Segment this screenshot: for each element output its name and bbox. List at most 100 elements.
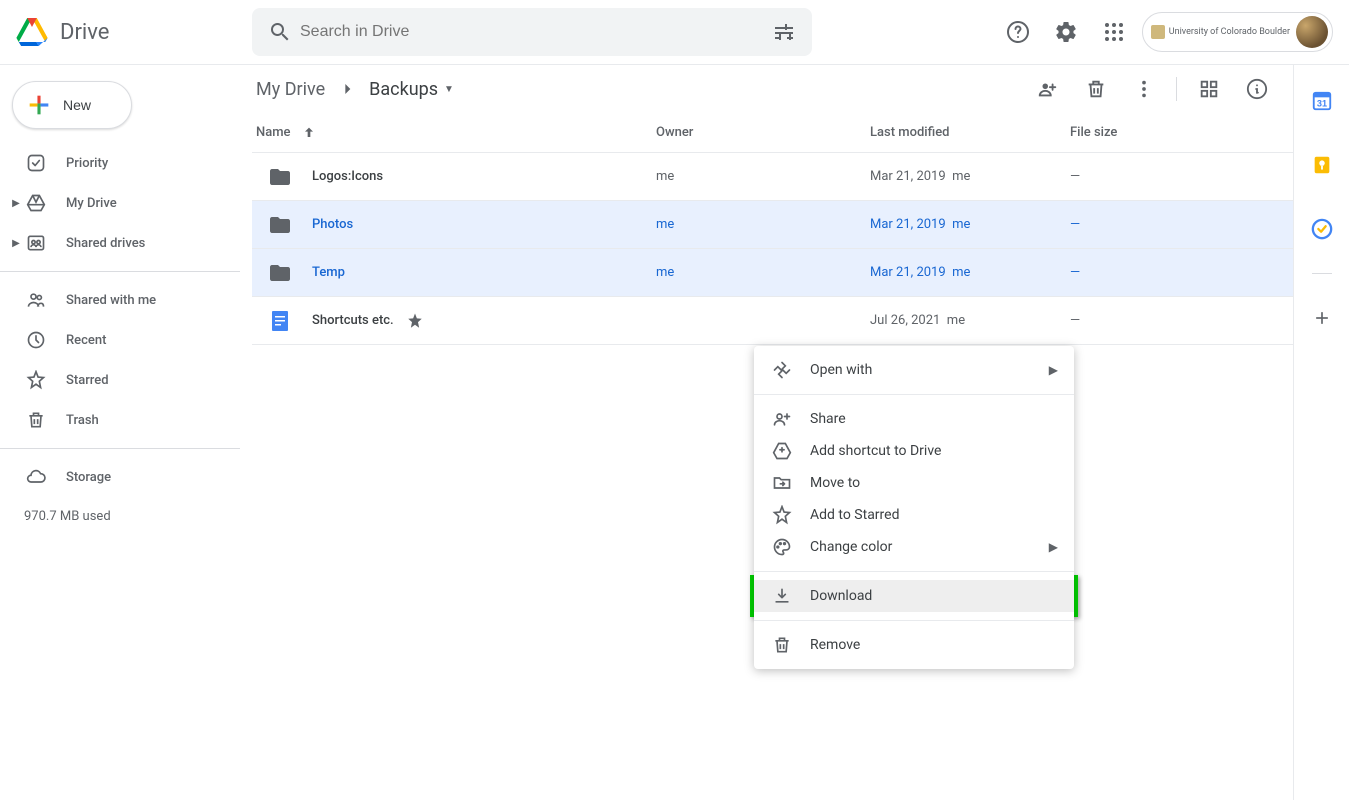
ctx-add-shortcut[interactable]: Add shortcut to Drive (754, 435, 1074, 467)
table-header: Name Owner Last modified File size (252, 113, 1293, 153)
row-modified: Jul 26, 2021 me (870, 313, 1070, 328)
row-size: — (1070, 169, 1253, 184)
column-name[interactable]: Name (252, 125, 656, 141)
body: New Priority ▶My Drive ▶Shared drives Sh… (0, 64, 1349, 800)
column-size[interactable]: File size (1070, 125, 1253, 140)
new-button[interactable]: New (12, 81, 132, 129)
starred-icon (24, 368, 48, 392)
ctx-change-color[interactable]: Change color▶ (754, 531, 1074, 563)
row-size: — (1070, 265, 1253, 280)
remove-icon (770, 633, 794, 657)
row-size: — (1070, 217, 1253, 232)
download-icon (770, 584, 794, 608)
app-title[interactable]: Drive (60, 20, 109, 45)
row-modified: Mar 21, 2019 me (870, 169, 1070, 184)
file-list: Logos:IconsmeMar 21, 2019 me—PhotosmeMar… (252, 153, 1293, 345)
breadcrumb-row: My Drive Backups▼ (252, 65, 1293, 113)
nav-recent[interactable]: Recent (0, 320, 240, 360)
search-bar[interactable] (252, 8, 812, 56)
shortcut-icon (770, 439, 794, 463)
nav-mydrive[interactable]: ▶My Drive (0, 183, 240, 223)
breadcrumb-actions (1028, 69, 1277, 109)
svg-text:31: 31 (1316, 99, 1326, 109)
recent-icon (24, 328, 48, 352)
palette-icon (770, 535, 794, 559)
trash-icon (24, 408, 48, 432)
account-chip[interactable]: University of Colorado Boulder (1142, 12, 1333, 52)
storage-used: 970.7 MB used (0, 509, 240, 524)
breadcrumb-current[interactable]: Backups▼ (365, 77, 458, 102)
row-size: — (1070, 313, 1253, 328)
row-name: Temp (252, 261, 656, 285)
table-row[interactable]: PhotosmeMar 21, 2019 me— (252, 201, 1293, 249)
table-row[interactable]: TempmeMar 21, 2019 me— (252, 249, 1293, 297)
add-app-icon[interactable] (1302, 298, 1342, 338)
row-owner: me (656, 265, 870, 280)
sort-arrow-up-icon (301, 125, 317, 141)
breadcrumb-root[interactable]: My Drive (252, 77, 329, 102)
search-icon[interactable] (260, 12, 300, 52)
mydrive-icon (24, 191, 48, 215)
details-button[interactable] (1237, 69, 1277, 109)
row-modified: Mar 21, 2019 me (870, 265, 1070, 280)
side-panel: 31 (1293, 65, 1349, 800)
table-row[interactable]: Shortcuts etc. Jul 26, 2021 me— (252, 297, 1293, 345)
avatar[interactable] (1296, 16, 1328, 48)
header-actions: University of Colorado Boulder (998, 12, 1341, 52)
nav-shared-drives[interactable]: ▶Shared drives (0, 223, 240, 263)
row-owner: me (656, 169, 870, 184)
tasks-app-icon[interactable] (1302, 209, 1342, 249)
ctx-download[interactable]: Download (754, 580, 1074, 612)
search-input[interactable] (300, 23, 764, 41)
keep-app-icon[interactable] (1302, 145, 1342, 185)
row-name: Shortcuts etc. (252, 309, 656, 333)
logo-box: Drive (12, 12, 252, 52)
nav-priority[interactable]: Priority (0, 143, 240, 183)
ctx-share[interactable]: Share (754, 403, 1074, 435)
more-actions-button[interactable] (1124, 69, 1164, 109)
breadcrumb: My Drive Backups▼ (252, 77, 458, 102)
content: My Drive Backups▼ Name Owner Last modifi… (240, 65, 1293, 800)
nav-shared-with-me[interactable]: Shared with me (0, 280, 240, 320)
apps-grid-icon[interactable] (1094, 12, 1134, 52)
ctx-add-starred[interactable]: Add to Starred (754, 499, 1074, 531)
storage-icon (24, 465, 48, 489)
layout-grid-button[interactable] (1189, 69, 1229, 109)
submenu-arrow-icon: ▶ (1049, 363, 1058, 377)
share-button[interactable] (1028, 69, 1068, 109)
account-org: University of Colorado Boulder (1151, 25, 1290, 39)
row-name: Photos (252, 213, 656, 237)
chevron-right-icon[interactable]: ▶ (10, 198, 22, 209)
star-icon (770, 503, 794, 527)
ctx-move-to[interactable]: Move to (754, 467, 1074, 499)
nav-storage[interactable]: Storage (0, 457, 240, 497)
new-button-label: New (63, 97, 91, 113)
table-row[interactable]: Logos:IconsmeMar 21, 2019 me— (252, 153, 1293, 201)
open-with-icon (770, 358, 794, 382)
chevron-right-icon[interactable]: ▶ (10, 238, 22, 249)
priority-icon (24, 151, 48, 175)
shared-with-me-icon (24, 288, 48, 312)
delete-button[interactable] (1076, 69, 1116, 109)
row-modified: Mar 21, 2019 me (870, 217, 1070, 232)
submenu-arrow-icon: ▶ (1049, 540, 1058, 554)
column-modified[interactable]: Last modified (870, 125, 1070, 140)
column-owner[interactable]: Owner (656, 125, 870, 140)
ctx-open-with[interactable]: Open with▶ (754, 354, 1074, 386)
row-owner: me (656, 217, 870, 232)
chevron-right-icon (337, 79, 357, 99)
sidebar: New Priority ▶My Drive ▶Shared drives Sh… (0, 65, 240, 800)
nav-trash[interactable]: Trash (0, 400, 240, 440)
settings-icon[interactable] (1046, 12, 1086, 52)
row-name: Logos:Icons (252, 165, 656, 189)
shared-drives-icon (24, 231, 48, 255)
ctx-remove[interactable]: Remove (754, 629, 1074, 661)
share-icon (770, 407, 794, 431)
move-to-icon (770, 471, 794, 495)
dropdown-caret-icon: ▼ (444, 84, 454, 95)
support-icon[interactable] (998, 12, 1038, 52)
nav-starred[interactable]: Starred (0, 360, 240, 400)
calendar-app-icon[interactable]: 31 (1302, 81, 1342, 121)
drive-logo-icon[interactable] (12, 12, 52, 52)
search-options-icon[interactable] (764, 12, 804, 52)
